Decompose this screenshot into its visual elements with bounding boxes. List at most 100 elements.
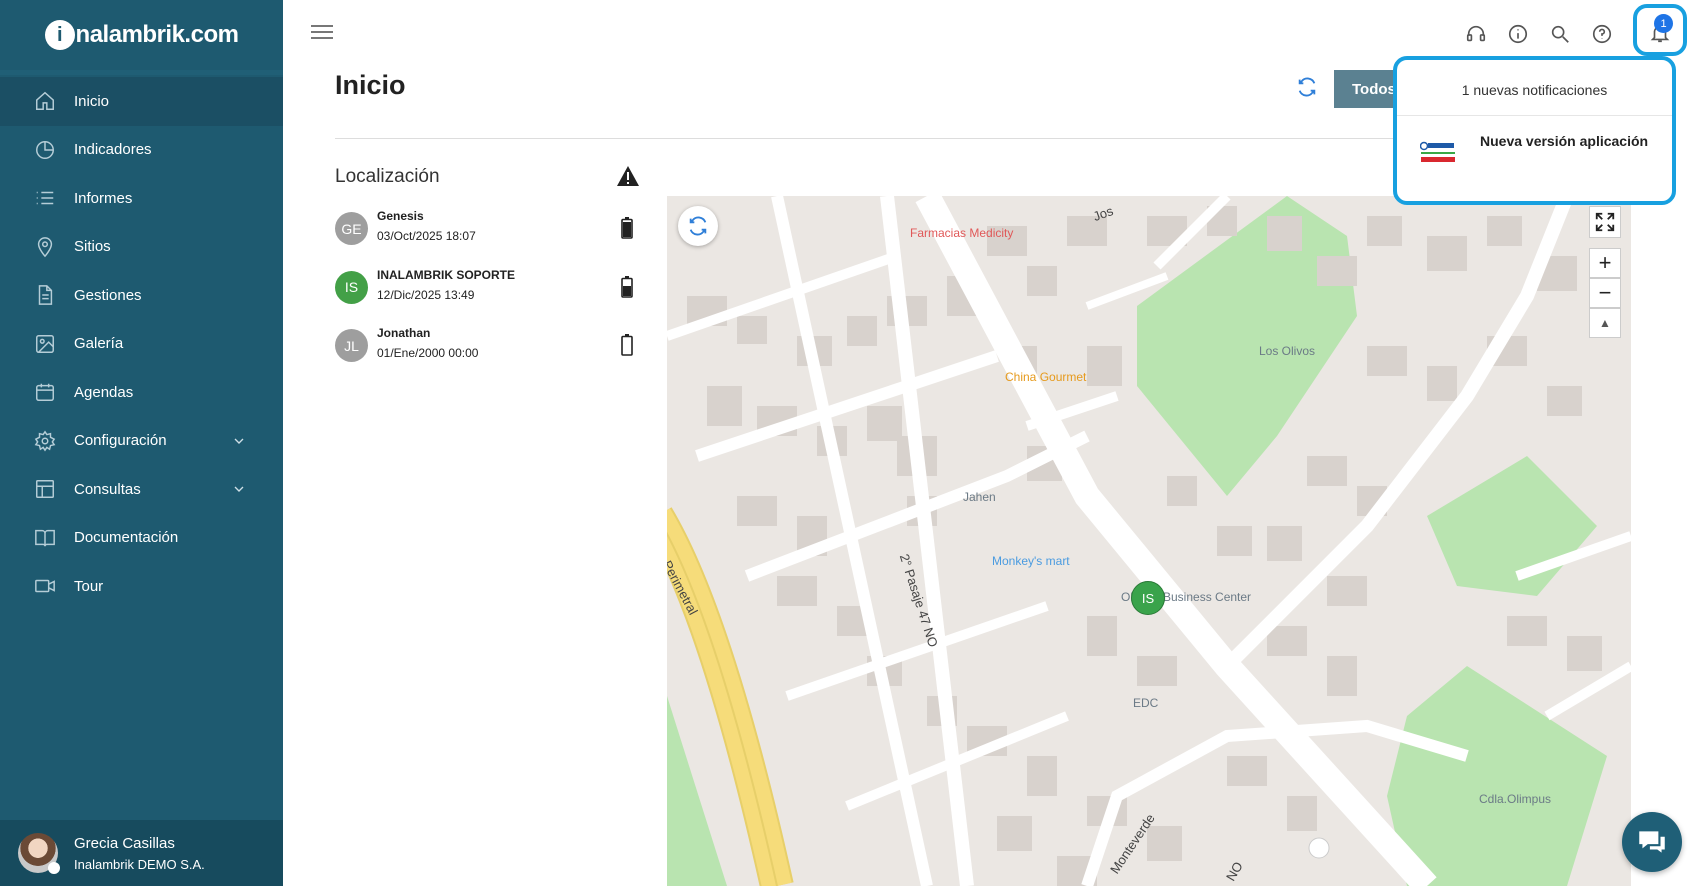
sidebar-item-inicio[interactable]: Inicio	[0, 77, 283, 126]
logo-text: nalambrik.com	[75, 21, 239, 48]
header-actions	[1455, 14, 1623, 54]
help-icon[interactable]	[1581, 14, 1623, 54]
sidebar-item-gestiones[interactable]: Gestiones	[0, 271, 283, 320]
sidebar-nav: Inicio Indicadores Informes Sitios Gesti…	[0, 77, 283, 611]
poi-label[interactable]: Monkey's mart	[992, 554, 1070, 568]
menu-toggle-icon[interactable]	[311, 25, 333, 43]
device-name: INALAMBRIK SOPORTE	[377, 267, 515, 282]
battery-icon	[621, 217, 633, 239]
refresh-icon[interactable]	[1296, 76, 1320, 100]
notification-panel: 1 nuevas notificaciones Nueva versión ap…	[1393, 56, 1676, 205]
sidebar-item-galeria[interactable]: Galería	[0, 320, 283, 369]
status-dot	[48, 862, 60, 874]
sidebar-item-label: Configuración	[74, 432, 167, 450]
device-item[interactable]: IS INALAMBRIK SOPORTE 12/Dic/2025 13:49	[335, 266, 645, 325]
sidebar-item-informes[interactable]: Informes	[0, 174, 283, 223]
device-item[interactable]: GE Genesis 03/Oct/2025 18:07	[335, 207, 645, 266]
battery-icon	[621, 334, 633, 356]
chevron-down-icon[interactable]	[231, 481, 247, 497]
sidebar-item-sitios[interactable]: Sitios	[0, 223, 283, 272]
zoom-out-button[interactable]: −	[1589, 278, 1621, 308]
poi-label[interactable]: Business Center	[1163, 590, 1251, 604]
sidebar-item-indicadores[interactable]: Indicadores	[0, 126, 283, 175]
device-avatar: JL	[335, 329, 368, 362]
sidebar-item-label: Tour	[74, 577, 104, 595]
notifications-button[interactable]: 1	[1633, 4, 1687, 56]
pie-chart-icon	[34, 139, 56, 161]
sidebar-item-label: Agendas	[74, 383, 134, 401]
notification-item[interactable]: Nueva versión aplicación	[1397, 116, 1672, 165]
sidebar-item-label: Informes	[74, 189, 133, 207]
user-profile[interactable]: Grecia Casillas Inalambrik DEMO S.A.	[0, 820, 283, 886]
fullscreen-button[interactable]	[1589, 206, 1621, 238]
notification-title: Nueva versión aplicación	[1480, 133, 1649, 149]
sidebar-item-agendas[interactable]: Agendas	[0, 368, 283, 417]
sidebar-item-label: Documentación	[74, 529, 179, 547]
sidebar: i nalambrik.com Inicio Indicadores Infor…	[0, 0, 283, 886]
logo-area: i nalambrik.com	[0, 0, 283, 70]
inalambrik-logo-icon	[1420, 141, 1455, 162]
map[interactable]: Farmacias Medicity China Gourmet Los Oli…	[667, 196, 1631, 886]
device-avatar: IS	[335, 270, 368, 304]
sidebar-item-label: Inicio	[74, 92, 110, 110]
notification-header: 1 nuevas notificaciones	[1397, 60, 1672, 116]
info-icon[interactable]	[1497, 14, 1539, 54]
search-icon[interactable]	[1539, 14, 1581, 54]
refresh-icon	[689, 216, 707, 236]
poi-label[interactable]: Farmacias Medicity	[910, 226, 1013, 240]
support-icon[interactable]	[1455, 14, 1497, 54]
sidebar-item-consultas[interactable]: Consultas	[0, 465, 283, 514]
map-pin-icon	[34, 236, 56, 258]
book-icon	[34, 527, 56, 549]
compass-button[interactable]: ▲	[1589, 308, 1621, 338]
poi-label[interactable]: EDC	[1133, 696, 1158, 710]
zoom-in-button[interactable]: +	[1589, 248, 1621, 278]
video-icon	[34, 575, 56, 597]
device-list: GE Genesis 03/Oct/2025 18:07 IS INALAMBR…	[335, 207, 645, 383]
device-name: Jonathan	[377, 326, 431, 340]
device-name: Genesis	[377, 209, 424, 223]
device-item[interactable]: JL Jonathan 01/Ene/2000 00:00	[335, 324, 645, 383]
sidebar-item-label: Galería	[74, 335, 124, 353]
sidebar-item-documentacion[interactable]: Documentación	[0, 514, 283, 563]
device-datetime: 01/Ene/2000 00:00	[377, 346, 479, 360]
logo-divider	[0, 70, 283, 75]
brand-logo[interactable]: i nalambrik.com	[44, 20, 239, 50]
calendar-icon	[34, 381, 56, 403]
home-icon	[34, 90, 56, 112]
map-refresh-button[interactable]	[678, 206, 718, 246]
map-base	[667, 196, 1631, 886]
device-avatar: GE	[335, 212, 368, 245]
sidebar-item-label: Indicadores	[74, 141, 152, 159]
sidebar-item-label: Sitios	[74, 238, 111, 256]
chevron-down-icon[interactable]	[231, 433, 247, 449]
chat-button[interactable]	[1622, 812, 1682, 872]
sidebar-item-tour[interactable]: Tour	[0, 562, 283, 611]
device-map-marker[interactable]: IS	[1131, 581, 1165, 615]
page-title: Inicio	[335, 70, 406, 100]
user-company: Inalambrik DEMO S.A.	[74, 856, 205, 872]
poi-label[interactable]: Jahen	[963, 490, 996, 504]
sidebar-item-label: Gestiones	[74, 286, 142, 304]
document-icon	[34, 284, 56, 306]
chat-icon	[1639, 831, 1665, 853]
sidebar-item-configuracion[interactable]: Configuración	[0, 417, 283, 466]
image-icon	[34, 333, 56, 355]
warning-icon[interactable]	[616, 165, 640, 187]
table-icon	[34, 478, 56, 500]
avatar	[18, 833, 60, 874]
fullscreen-icon	[1595, 212, 1615, 232]
poi-label[interactable]: China Gourmet	[1005, 370, 1086, 384]
user-name: Grecia Casillas	[74, 834, 175, 852]
logo-initial: i	[44, 20, 75, 50]
notification-badge: 1	[1654, 14, 1673, 33]
device-datetime: 12/Dic/2025 13:49	[377, 287, 475, 302]
gear-icon	[34, 430, 56, 452]
poi-label[interactable]: Cdla.Olimpus	[1479, 792, 1551, 806]
device-datetime: 03/Oct/2025 18:07	[377, 229, 476, 243]
list-icon	[34, 187, 56, 209]
battery-icon	[621, 275, 633, 298]
poi-label[interactable]: Los Olivos	[1259, 344, 1315, 358]
sidebar-item-label: Consultas	[74, 480, 141, 498]
location-title: Localización	[335, 166, 440, 187]
